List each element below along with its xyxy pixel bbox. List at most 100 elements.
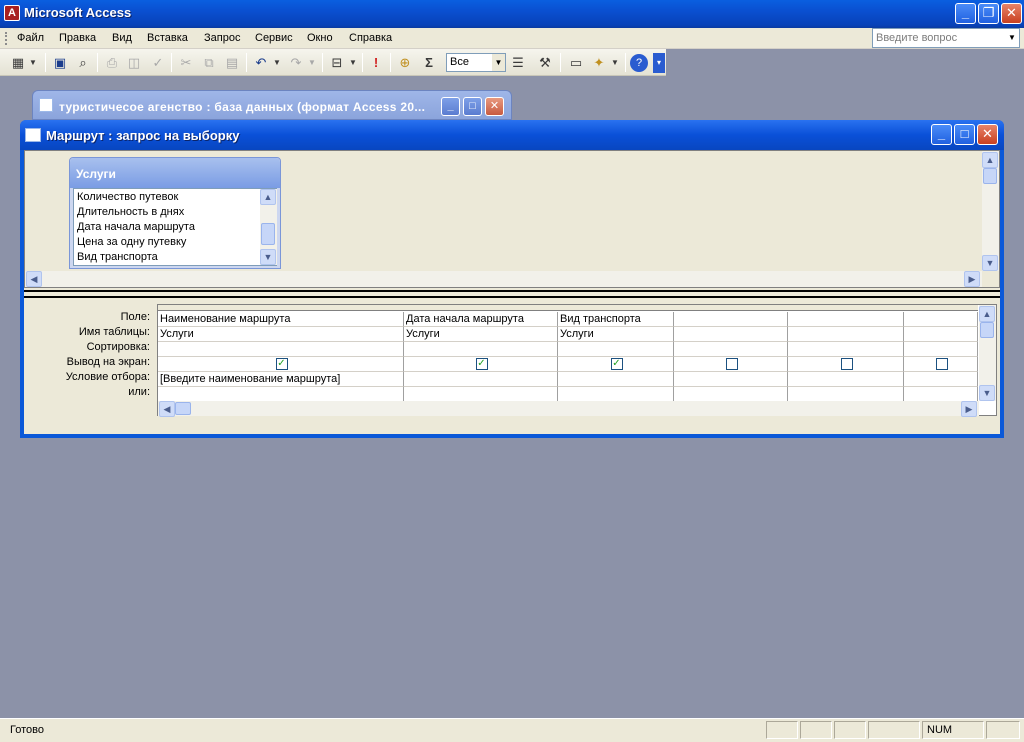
scroll-down-icon[interactable]: ▼ bbox=[979, 385, 995, 401]
query-type-dropdown-icon[interactable]: ▼ bbox=[347, 53, 359, 73]
grid-cell-field[interactable]: Дата начала маршрута bbox=[404, 312, 558, 327]
grid-cell-criteria[interactable] bbox=[404, 372, 558, 387]
show-checkbox[interactable]: ✓ bbox=[275, 358, 288, 370]
grid-cell-criteria[interactable]: [Введите наименование маршрута] bbox=[158, 372, 404, 387]
view-dropdown-icon[interactable]: ▼ bbox=[27, 53, 39, 73]
grid-cell-sort[interactable] bbox=[558, 342, 674, 357]
grid-cell-sort[interactable] bbox=[674, 342, 788, 357]
undo-dropdown-icon[interactable]: ▼ bbox=[271, 53, 283, 73]
menu-edit[interactable]: Правка bbox=[59, 32, 96, 44]
scroll-thumb[interactable] bbox=[983, 168, 997, 184]
scroll-down-icon[interactable]: ▼ bbox=[260, 249, 276, 265]
chevron-down-icon[interactable]: ▼ bbox=[492, 54, 505, 71]
ask-question-input[interactable]: Введите вопрос ▼ bbox=[872, 28, 1020, 48]
field-item[interactable]: Вид транспорта bbox=[77, 251, 158, 263]
grid-cell-sort[interactable] bbox=[904, 342, 978, 357]
grid-cell-criteria[interactable] bbox=[904, 372, 978, 387]
scroll-thumb[interactable] bbox=[175, 402, 191, 415]
scroll-up-icon[interactable]: ▲ bbox=[260, 189, 276, 205]
undo-icon[interactable]: ↶ bbox=[251, 53, 271, 73]
database-window[interactable]: туристичесое агенство : база данных (фор… bbox=[32, 90, 512, 120]
grid-cell-field[interactable]: Вид транспорта bbox=[558, 312, 674, 327]
grid-cell-table[interactable]: Услуги bbox=[158, 327, 404, 342]
grid-cell-criteria[interactable] bbox=[788, 372, 904, 387]
builder-icon[interactable]: ⚒ bbox=[535, 53, 555, 73]
scroll-up-icon[interactable]: ▲ bbox=[982, 152, 998, 168]
db-minimize-button[interactable]: _ bbox=[441, 97, 460, 116]
redo-icon[interactable]: ↷ bbox=[286, 53, 306, 73]
grid-cell-table[interactable] bbox=[788, 327, 904, 342]
grid-cell-field[interactable] bbox=[674, 312, 788, 327]
toolbar-grip-icon[interactable] bbox=[5, 32, 8, 45]
db-maximize-button[interactable]: □ bbox=[463, 97, 482, 116]
field-list-scrollbar[interactable]: ▲ ▼ bbox=[260, 189, 277, 265]
new-object-icon[interactable]: ✦ bbox=[589, 53, 609, 73]
access-app-icon[interactable]: A bbox=[4, 5, 20, 21]
menu-insert[interactable]: Вставка bbox=[147, 32, 188, 44]
properties-icon[interactable]: ☰ bbox=[508, 53, 528, 73]
scroll-down-icon[interactable]: ▼ bbox=[982, 255, 998, 271]
scroll-right-icon[interactable]: ▶ bbox=[961, 401, 977, 417]
menu-file[interactable]: Файл bbox=[17, 32, 44, 44]
table-field-list[interactable]: Услуги Количество путевок Длительность в… bbox=[69, 157, 281, 269]
table-pane-vscrollbar[interactable]: ▲ ▼ bbox=[982, 151, 999, 271]
database-window-icon[interactable]: ▭ bbox=[566, 53, 586, 73]
scroll-thumb[interactable] bbox=[980, 322, 994, 338]
field-item[interactable]: Количество путевок bbox=[77, 191, 178, 203]
show-checkbox[interactable] bbox=[840, 358, 853, 370]
copy-icon[interactable]: ⧉ bbox=[199, 53, 219, 73]
grid-cell-show[interactable]: ✓ bbox=[158, 357, 404, 372]
print-icon[interactable]: ⎙ bbox=[102, 53, 122, 73]
grid-cell-sort[interactable] bbox=[158, 342, 404, 357]
grid-cell-field[interactable] bbox=[904, 312, 978, 327]
grid-header-strip[interactable] bbox=[158, 305, 978, 311]
grid-vscrollbar[interactable]: ▲ ▼ bbox=[979, 305, 996, 401]
show-checkbox[interactable] bbox=[935, 358, 948, 370]
grid-cell-or[interactable] bbox=[404, 387, 558, 402]
grid-cell-or[interactable] bbox=[904, 387, 978, 402]
run-icon[interactable]: ! bbox=[366, 53, 386, 73]
field-item[interactable]: Дата начала маршрута bbox=[77, 221, 195, 233]
grid-cell-or[interactable] bbox=[788, 387, 904, 402]
menu-window[interactable]: Окно bbox=[307, 32, 333, 44]
grid-cell-show[interactable] bbox=[674, 357, 788, 372]
query-close-button[interactable]: ✕ bbox=[977, 124, 998, 145]
print-preview-icon[interactable]: ◫ bbox=[124, 53, 144, 73]
grid-cell-or[interactable] bbox=[158, 387, 404, 402]
pane-splitter[interactable] bbox=[24, 290, 1000, 298]
query-maximize-button[interactable]: □ bbox=[954, 124, 975, 145]
grid-cell-show[interactable] bbox=[904, 357, 978, 372]
menu-query[interactable]: Запрос bbox=[204, 32, 240, 44]
grid-cell-show[interactable]: ✓ bbox=[404, 357, 558, 372]
table-pane-hscrollbar[interactable]: ◀ ▶ bbox=[25, 271, 982, 287]
scroll-right-icon[interactable]: ▶ bbox=[964, 271, 980, 287]
show-checkbox[interactable]: ✓ bbox=[610, 358, 623, 370]
help-icon[interactable]: ? bbox=[630, 54, 648, 72]
field-item[interactable]: Цена за одну путевку bbox=[77, 236, 186, 248]
paste-icon[interactable]: ▤ bbox=[222, 53, 242, 73]
menu-help[interactable]: Справка bbox=[349, 32, 392, 44]
view-icon[interactable]: ▦ bbox=[8, 53, 28, 73]
table-pane[interactable]: Услуги Количество путевок Длительность в… bbox=[24, 150, 1000, 288]
minimize-button[interactable]: _ bbox=[955, 3, 976, 24]
totals-icon[interactable]: Σ bbox=[419, 53, 439, 73]
grid-cell-field[interactable]: Наименование маршрута bbox=[158, 312, 404, 327]
grid-cell-sort[interactable] bbox=[788, 342, 904, 357]
grid-cell-field[interactable] bbox=[788, 312, 904, 327]
grid-cell-or[interactable] bbox=[558, 387, 674, 402]
query-design-grid[interactable]: Наименование маршрута Услуги ✓ [Введите наи… bbox=[157, 304, 997, 417]
search-icon[interactable]: ⌕ bbox=[73, 53, 93, 73]
grid-cell-or[interactable] bbox=[674, 387, 788, 402]
restore-button[interactable]: ❐ bbox=[978, 3, 999, 24]
grid-cell-show[interactable]: ✓ bbox=[558, 357, 674, 372]
table-name[interactable]: Услуги bbox=[70, 158, 280, 188]
save-icon[interactable]: ▣ bbox=[50, 53, 70, 73]
scroll-left-icon[interactable]: ◀ bbox=[159, 401, 175, 417]
menu-tools[interactable]: Сервис bbox=[255, 32, 293, 44]
top-values-select[interactable]: Все ▼ bbox=[446, 53, 506, 72]
grid-cell-table[interactable] bbox=[904, 327, 978, 342]
scroll-up-icon[interactable]: ▲ bbox=[979, 306, 995, 322]
cut-icon[interactable]: ✂ bbox=[176, 53, 196, 73]
new-object-dropdown-icon[interactable]: ▼ bbox=[609, 53, 621, 73]
grid-cell-sort[interactable] bbox=[404, 342, 558, 357]
